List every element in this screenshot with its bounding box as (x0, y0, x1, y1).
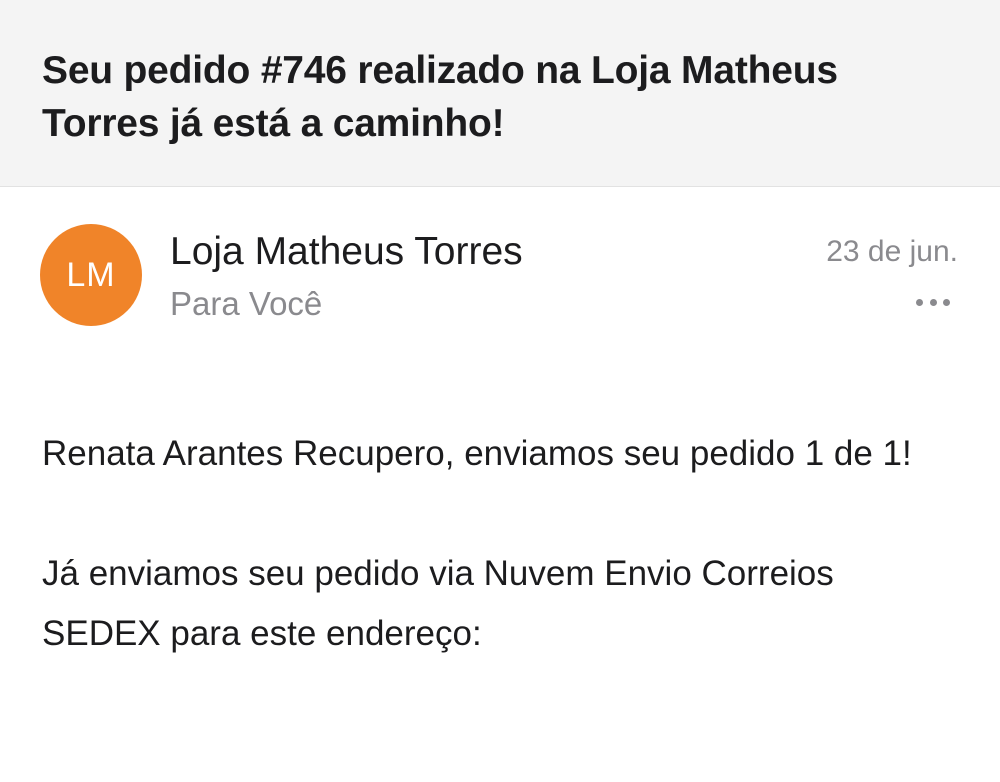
email-subject: Seu pedido #746 realizado na Loja Matheu… (42, 49, 838, 145)
ellipsis-icon[interactable] (916, 292, 950, 312)
body-paragraph: Renata Arantes Recupero, enviamos seu pe… (42, 434, 912, 473)
sender-name[interactable]: Loja Matheus Torres (170, 228, 523, 276)
email-date: 23 de jun. (826, 235, 958, 268)
email-header: LM Loja Matheus Torres Para Você 23 de j… (0, 188, 1000, 348)
body-paragraph: Já enviamos seu pedido via Nuvem Envio C… (42, 554, 834, 653)
recipient-label[interactable]: Para Você (170, 283, 322, 325)
email-subject-bar: Seu pedido #746 realizado na Loja Matheu… (0, 0, 1000, 187)
avatar-initials: LM (66, 255, 116, 294)
email-body: Renata Arantes Recupero, enviamos seu pe… (42, 424, 942, 724)
sender-avatar[interactable]: LM (40, 224, 142, 326)
